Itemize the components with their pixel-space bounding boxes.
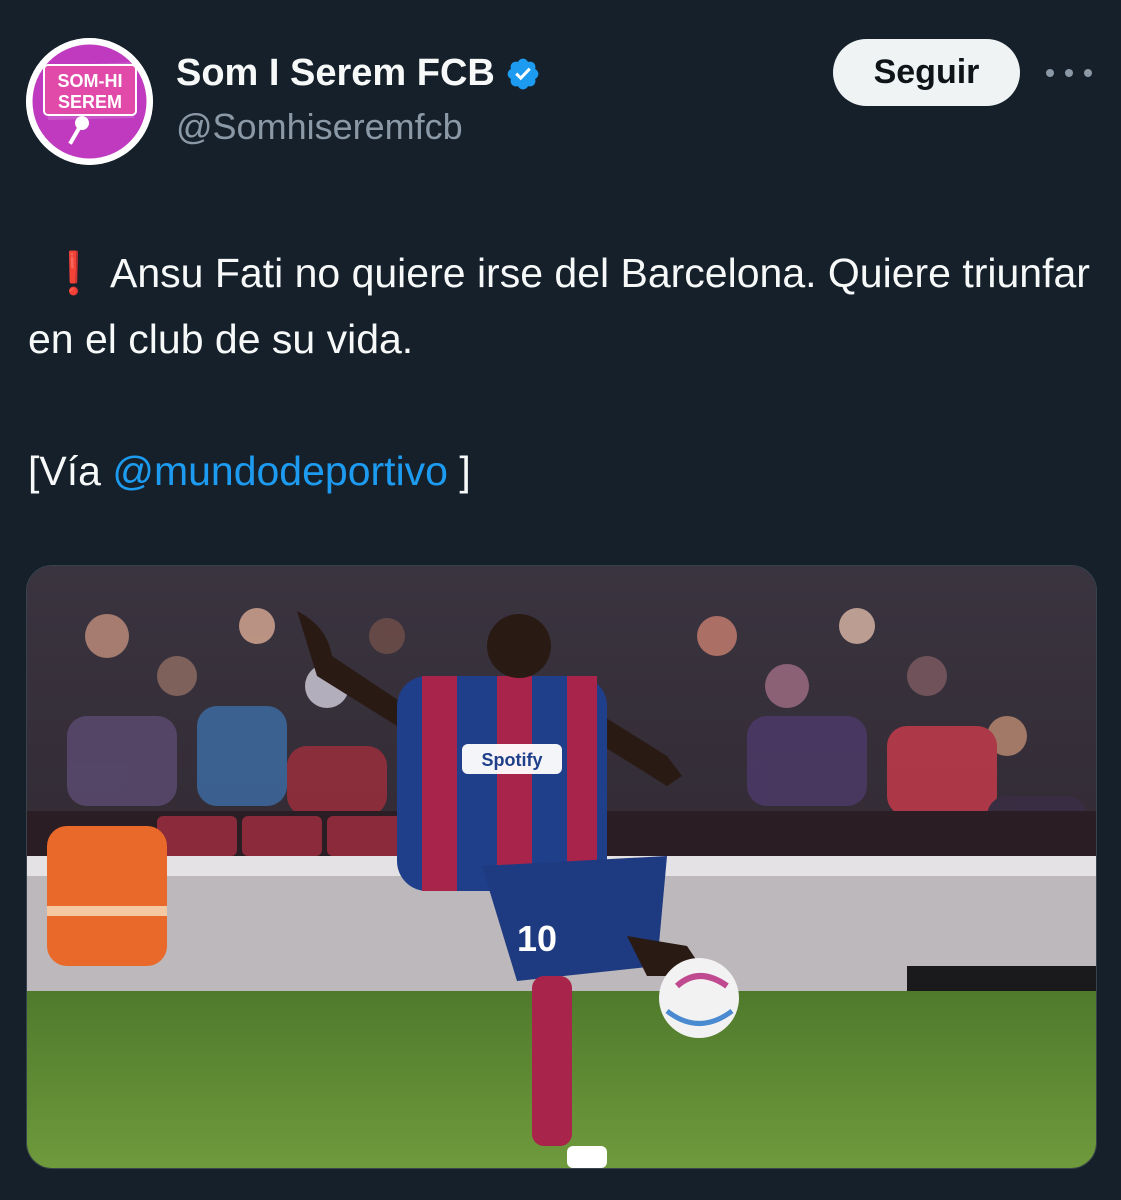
via-prefix: [Vía	[28, 448, 113, 494]
avatar-text-line2: SEREM	[58, 92, 122, 112]
display-name-text[interactable]: Som I Serem FCB	[176, 52, 495, 95]
tweet-media-photo[interactable]: Spotify 10	[26, 565, 1097, 1169]
profile-avatar[interactable]: SOM-HI SEREM	[26, 38, 153, 165]
verified-badge-icon	[507, 58, 539, 89]
via-suffix: ]	[447, 448, 471, 494]
kit-sponsor-text: Spotify	[482, 750, 543, 770]
tweet-text-line: Ansu Fati no quiere irse del Barcelona. …	[28, 250, 1090, 362]
shirt-number-text: 10	[517, 918, 557, 959]
avatar-text-line1: SOM-HI	[58, 71, 123, 91]
display-name[interactable]: Som I Serem FCB	[176, 52, 541, 95]
user-handle[interactable]: @Somhiseremfcb	[176, 106, 463, 148]
tweet-text: ❗ Ansu Fati no quiere irse del Barcelona.…	[28, 240, 1098, 504]
mention-link[interactable]: @mundodeportivo	[112, 448, 448, 494]
follow-button[interactable]: Seguir	[833, 39, 1020, 106]
somhiserem-logo: SOM-HI SEREM	[26, 38, 153, 165]
exclamation-emoji: ❗	[48, 250, 100, 296]
football-player-photo: Spotify 10	[27, 566, 1096, 1168]
more-dots-icon[interactable]	[1046, 62, 1092, 84]
